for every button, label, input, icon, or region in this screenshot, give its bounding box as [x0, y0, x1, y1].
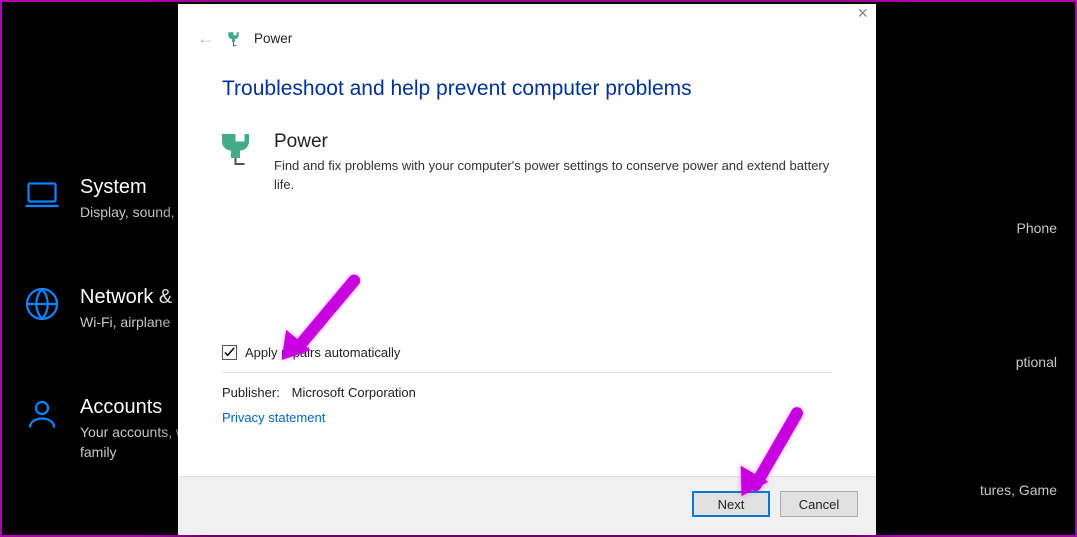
dialog-footer: Next Cancel — [178, 476, 876, 535]
dialog-header-title: Power — [254, 31, 292, 46]
bg-fragment: ptional — [1016, 354, 1057, 370]
publisher-row: Publisher: Microsoft Corporation — [222, 385, 832, 400]
section-description: Find and fix problems with your computer… — [274, 157, 832, 195]
main-heading: Troubleshoot and help prevent computer p… — [222, 77, 832, 101]
back-arrow-icon[interactable]: ← — [196, 28, 216, 49]
apply-repairs-checkbox-row[interactable]: Apply repairs automatically — [222, 345, 832, 360]
cancel-button[interactable]: Cancel — [780, 491, 858, 517]
bg-fragment: tures, Game — [980, 481, 1057, 501]
bg-fragment: Phone — [1017, 220, 1057, 236]
power-plug-large-icon — [222, 131, 258, 167]
troubleshooter-dialog: × ← Power Troubleshoot and help prevent … — [178, 4, 876, 535]
close-icon[interactable]: × — [857, 4, 868, 22]
divider — [222, 372, 832, 373]
dialog-header: ← Power — [178, 4, 876, 57]
person-icon — [24, 396, 60, 432]
next-button[interactable]: Next — [692, 491, 770, 517]
troubleshooter-section: Power Find and fix problems with your co… — [222, 131, 832, 195]
checkbox-checked-icon[interactable] — [222, 345, 237, 360]
publisher-label: Publisher: — [222, 385, 288, 400]
laptop-icon — [24, 176, 60, 212]
settings-item-subtitle: Wi-Fi, airplane — [80, 313, 183, 333]
checkbox-label: Apply repairs automatically — [245, 345, 400, 360]
privacy-statement-link[interactable]: Privacy statement — [222, 410, 325, 425]
publisher-value: Microsoft Corporation — [292, 385, 416, 400]
section-title: Power — [274, 131, 832, 153]
settings-item-title: Network & I — [80, 286, 183, 309]
globe-icon — [24, 286, 60, 322]
power-plug-icon — [226, 30, 244, 48]
